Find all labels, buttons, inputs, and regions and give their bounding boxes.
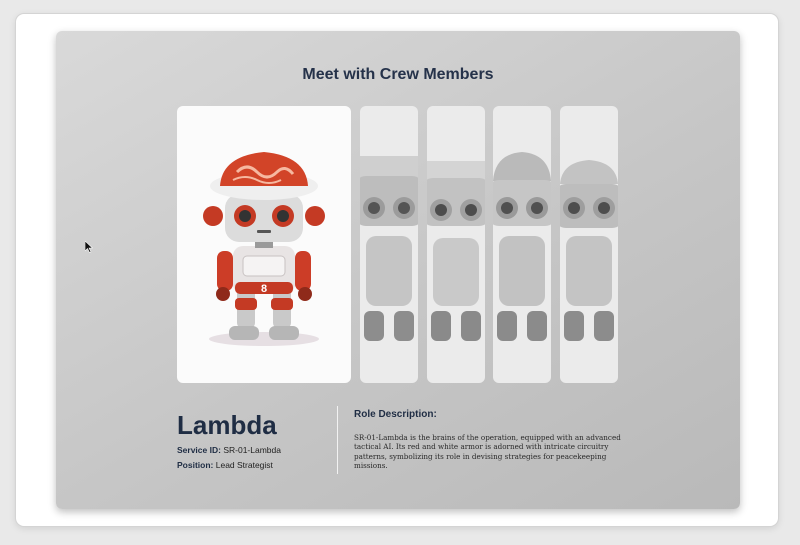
robot-grey-thumbnail xyxy=(427,161,485,341)
crew-card-thumb-2[interactable] xyxy=(427,106,485,383)
svg-text:8: 8 xyxy=(261,283,267,295)
robot-grey-thumbnail xyxy=(493,152,551,341)
role-description: SR-01-Lambda is the brains of the operat… xyxy=(354,433,621,471)
robot-red-illustration: 8 xyxy=(203,152,325,346)
crew-card-thumb-4[interactable] xyxy=(560,106,618,383)
service-id-value: SR-01-Lambda xyxy=(223,445,281,455)
info-divider xyxy=(337,406,338,474)
page-title: Meet with Crew Members xyxy=(302,66,494,83)
position-label: Position: xyxy=(177,460,214,470)
crew-card-thumb-3[interactable] xyxy=(493,106,551,383)
crew-name: Lambda xyxy=(177,410,277,440)
service-id-row: Service ID: SR-01-Lambda xyxy=(177,445,281,455)
crew-card-active[interactable]: 8 xyxy=(177,106,351,383)
position-value: Lead Strategist xyxy=(215,460,273,470)
position-row: Position: Lead Strategist xyxy=(177,460,273,470)
crew-card-thumb-1[interactable] xyxy=(360,106,418,383)
robot-grey-thumbnail xyxy=(560,160,618,341)
service-id-label: Service ID: xyxy=(177,445,221,455)
cursor-arrow-icon xyxy=(84,240,94,258)
role-heading: Role Description: xyxy=(354,409,437,420)
robot-grey-thumbnail xyxy=(360,156,418,341)
